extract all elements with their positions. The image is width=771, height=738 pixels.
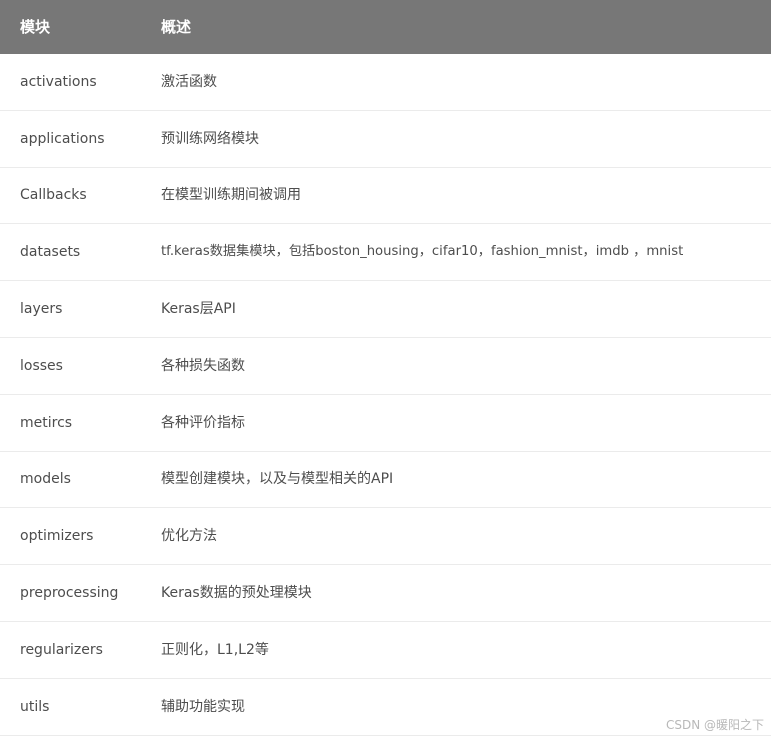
cell-module: utils (20, 698, 50, 715)
table-row: metircs 各种评价指标 (0, 395, 771, 452)
csdn-watermark: CSDN @暖阳之下 (665, 718, 764, 732)
cell-description: Keras层API (161, 301, 236, 318)
table-body: activations 激活函数 applications 预训练网络模块 Ca… (0, 54, 771, 736)
cell-description: 辅助功能实现 (161, 698, 245, 715)
cell-description: 激活函数 (161, 73, 217, 90)
cell-module: activations (20, 73, 97, 90)
cell-module: regularizers (20, 641, 103, 658)
table-header: 模块 概述 (0, 0, 771, 54)
table-row: models 模型创建模块，以及与模型相关的API (0, 452, 771, 509)
table-row: Callbacks 在模型训练期间被调用 (0, 168, 771, 225)
cell-description: 模型创建模块，以及与模型相关的API (161, 471, 394, 488)
cell-module: models (20, 471, 71, 488)
cell-module: Callbacks (20, 187, 87, 204)
cell-module: losses (20, 357, 63, 374)
cell-description: 在模型训练期间被调用 (161, 187, 301, 204)
cell-description: 各种评价指标 (161, 414, 245, 431)
cell-module: applications (20, 130, 105, 147)
modules-table: 模块 概述 activations 激活函数 applications 预训练网… (0, 0, 771, 736)
cell-module: preprocessing (20, 585, 119, 602)
cell-description: 各种损失函数 (161, 357, 245, 374)
cell-description: Keras数据的预处理模块 (161, 585, 312, 602)
table-row: regularizers 正则化，L1,L2等 (0, 622, 771, 679)
cell-description: 优化方法 (161, 528, 217, 545)
table-row: utils 辅助功能实现 (0, 679, 771, 736)
cell-module: optimizers (20, 528, 94, 545)
cell-module: datasets (20, 244, 81, 261)
table-row: losses 各种损失函数 (0, 338, 771, 395)
cell-description: 正则化，L1,L2等 (161, 641, 269, 658)
table-row: datasets tf.keras数据集模块，包括boston_housing，… (0, 224, 771, 282)
cell-module: metircs (20, 414, 73, 431)
table-row: activations 激活函数 (0, 54, 771, 111)
table-row: optimizers 优化方法 (0, 508, 771, 566)
table-row: layers Keras层API (0, 281, 771, 338)
cell-description: 预训练网络模块 (161, 130, 259, 147)
cell-module: layers (20, 301, 63, 318)
table-row: applications 预训练网络模块 (0, 111, 771, 168)
cell-description: tf.keras数据集模块，包括boston_housing，cifar10，f… (161, 244, 684, 260)
table-row: preprocessing Keras数据的预处理模块 (0, 565, 771, 622)
header-description: 概述 (161, 18, 192, 36)
header-module: 模块 (20, 18, 51, 36)
